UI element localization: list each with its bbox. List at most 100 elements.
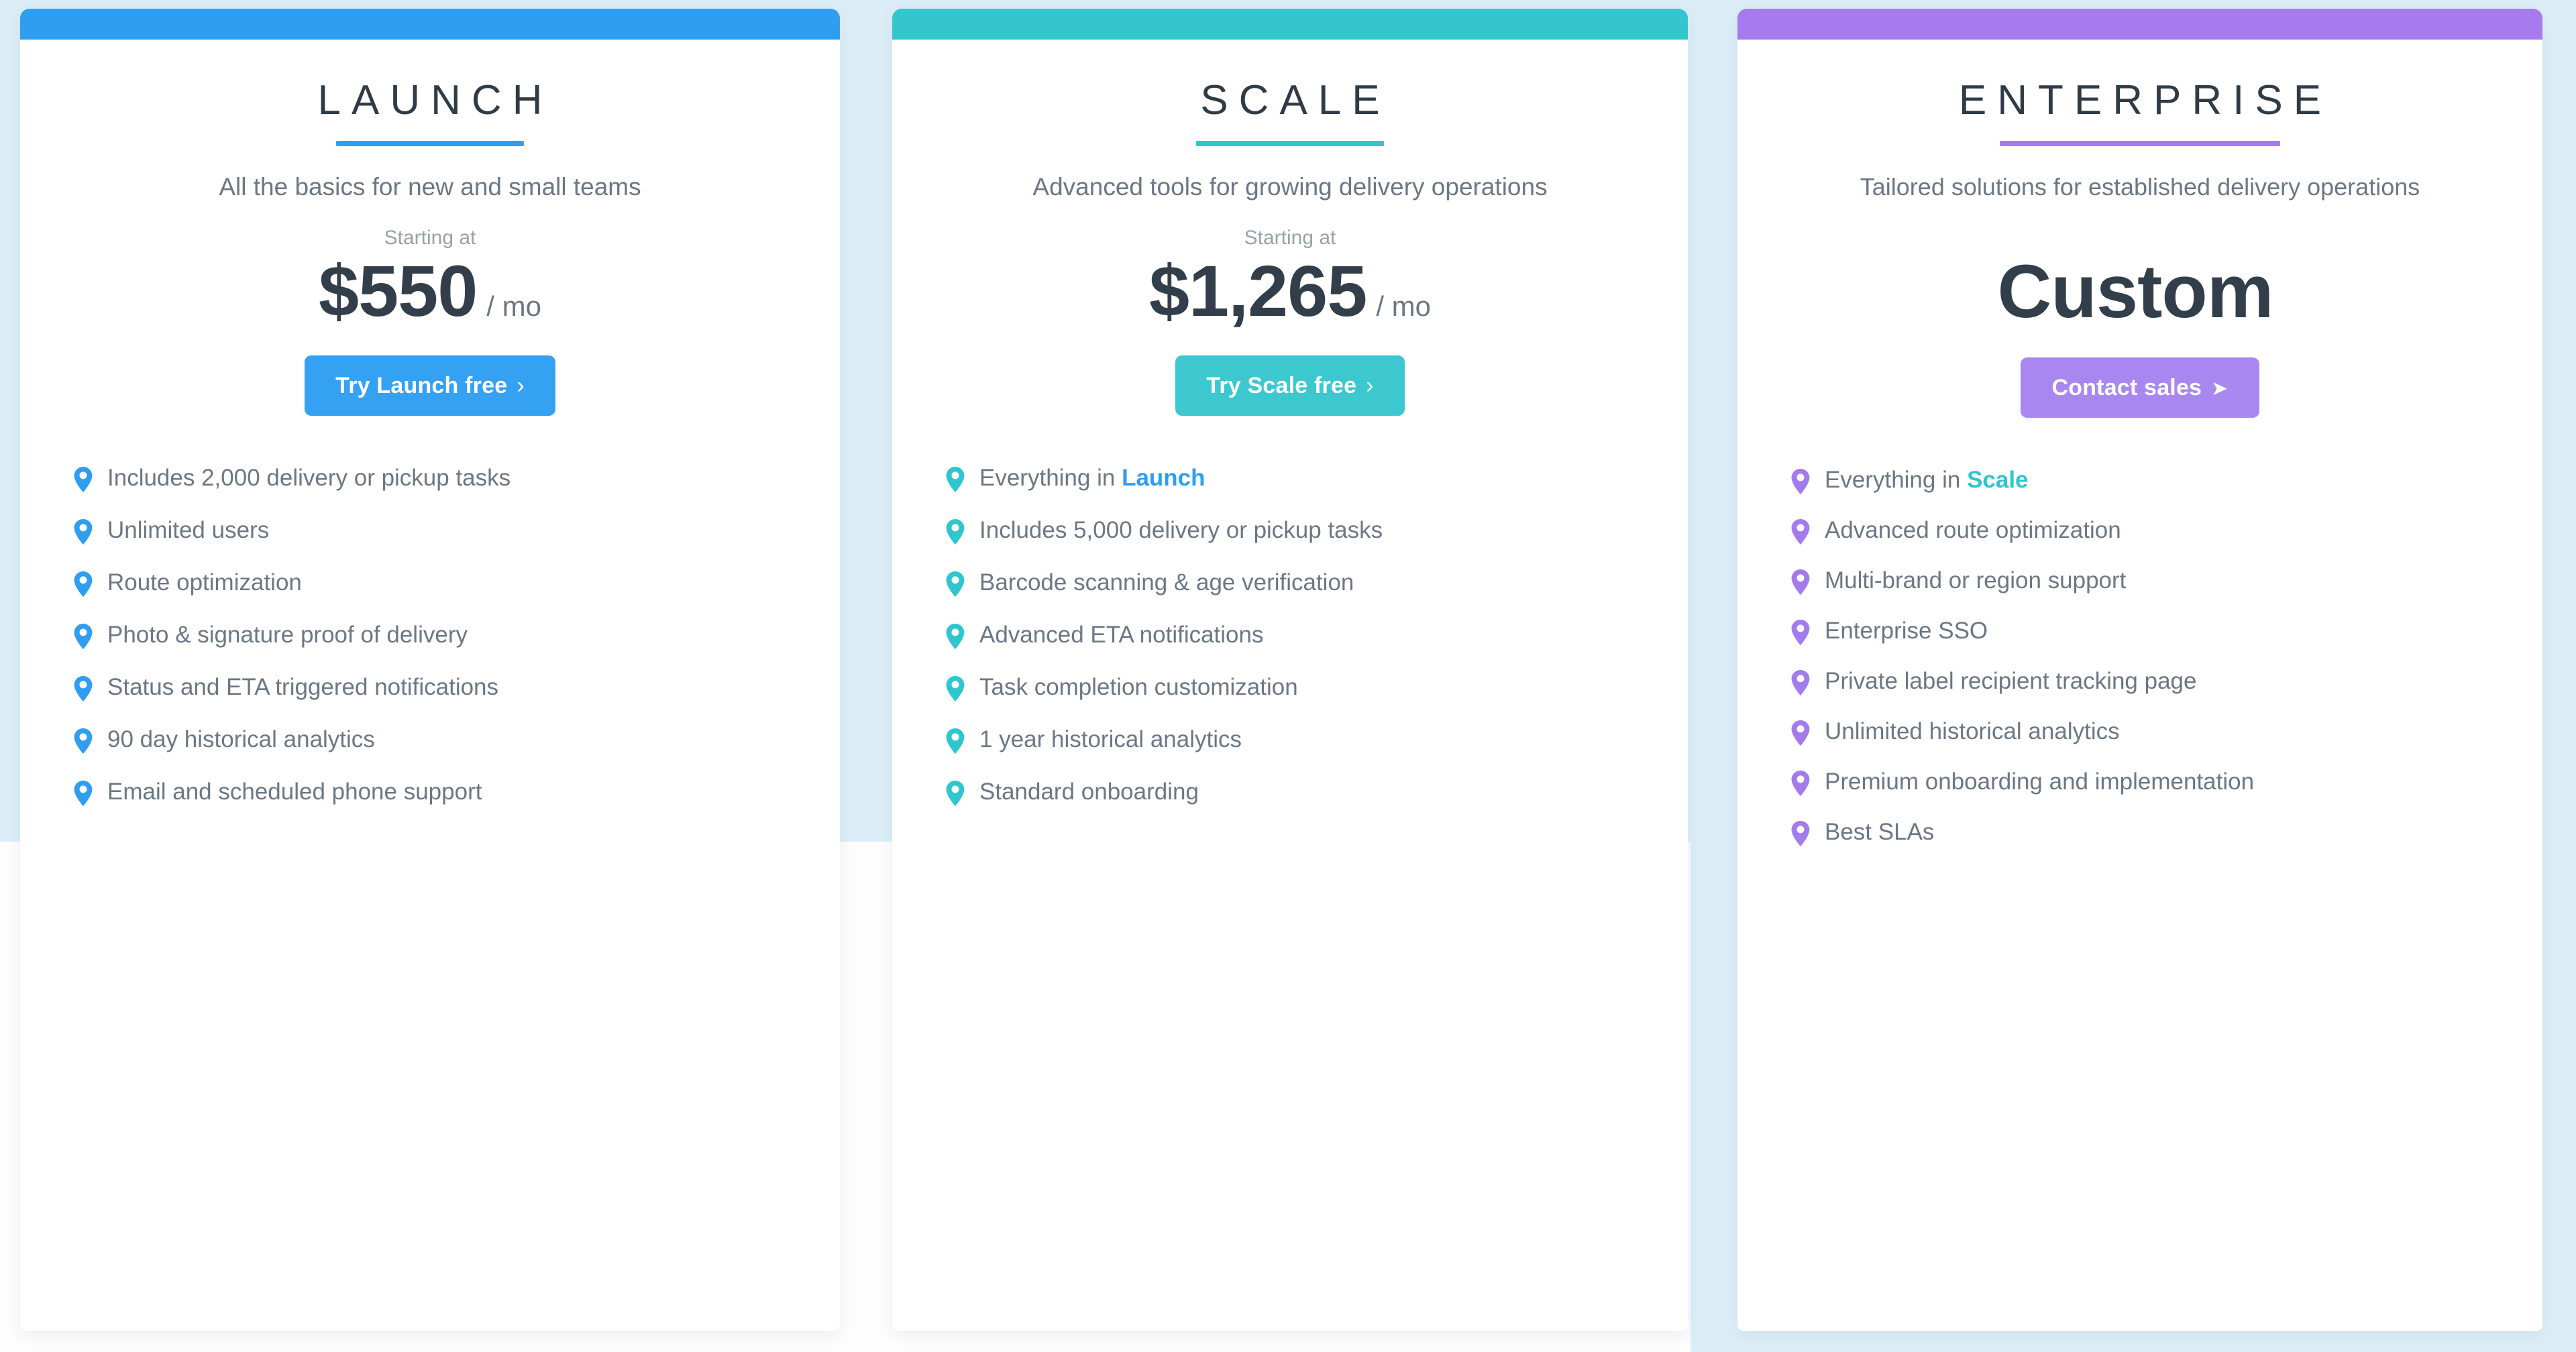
plan-tagline: Tailored solutions for established deliv… — [1860, 173, 2420, 201]
feature-label: Task completion customization — [979, 673, 1298, 701]
map-pin-icon — [1791, 771, 1810, 797]
feature-label-text: Email and scheduled phone support — [107, 779, 482, 805]
feature-label: Standard onboarding — [979, 778, 1199, 805]
plan-title-underline — [2000, 141, 2280, 147]
map-pin-icon — [946, 571, 965, 598]
map-pin-icon — [946, 728, 965, 754]
feature-label-text: Includes 2,000 delivery or pickup tasks — [107, 465, 511, 492]
price-row: Custom — [1768, 254, 2512, 329]
feature-label-text: Advanced route optimization — [1825, 517, 2121, 544]
map-pin-icon — [946, 676, 965, 702]
feature-item: Route optimization — [51, 569, 809, 598]
map-pin-icon — [946, 467, 965, 493]
feature-item: Includes 5,000 delivery or pickup tasks — [923, 516, 1657, 545]
feature-label: 1 year historical analytics — [979, 726, 1242, 753]
chevron-right-icon: › — [517, 373, 525, 399]
feature-label: Photo & signature proof of delivery — [107, 621, 468, 649]
feature-item: Status and ETA triggered notifications — [51, 673, 809, 702]
feature-item: 90 day historical analytics — [51, 726, 809, 754]
card-body: SCALE Advanced tools for growing delivery… — [892, 77, 1688, 807]
feature-label: Best SLAs — [1825, 818, 1934, 846]
map-pin-icon — [1791, 519, 1810, 545]
pricing-card-scale: SCALE Advanced tools for growing delivery… — [892, 9, 1688, 1331]
card-accent-bar — [892, 9, 1688, 40]
cta-label: Try Scale free — [1206, 373, 1357, 399]
price-prefix-label — [1768, 226, 2512, 250]
map-pin-icon — [74, 519, 93, 545]
feature-label: Enterprise SSO — [1825, 617, 1988, 644]
cta-label: Try Launch free — [335, 373, 508, 399]
feature-label-text: Includes 5,000 delivery or pickup tasks — [979, 517, 1383, 544]
feature-label: Private label recipient tracking page — [1825, 667, 2196, 695]
plan-title: LAUNCH — [317, 77, 553, 123]
feature-label: Premium onboarding and implementation — [1825, 768, 2254, 795]
map-pin-icon — [74, 781, 93, 807]
plan-title-underline — [1196, 141, 1384, 147]
feature-item: Premium onboarding and implementation — [1768, 768, 2512, 797]
chevron-right-icon: › — [1366, 373, 1374, 399]
feature-item: Task completion customization — [923, 673, 1657, 702]
feature-label-text: 1 year historical analytics — [979, 726, 1242, 753]
price-amount: Custom — [1997, 249, 2274, 334]
feature-item: Everything in Launch — [923, 464, 1657, 493]
map-pin-icon — [946, 624, 965, 650]
plan-tagline: All the basics for new and small teams — [219, 173, 641, 201]
plan-tagline: Advanced tools for growing delivery oper… — [1032, 173, 1548, 201]
card-accent-bar — [20, 9, 840, 40]
map-pin-icon — [946, 781, 965, 807]
feature-label: 90 day historical analytics — [107, 726, 375, 753]
feature-item: Unlimited users — [51, 516, 809, 545]
map-pin-icon — [74, 728, 93, 754]
feature-label-text: Private label recipient tracking page — [1825, 668, 2197, 695]
pricing-card-enterprise: ENTERPRISE Tailored solutions for establi… — [1737, 9, 2542, 1331]
feature-label-text: Task completion customization — [979, 674, 1298, 701]
plan-title: SCALE — [1200, 77, 1391, 123]
plan-title-underline — [336, 141, 524, 147]
feature-label: Includes 2,000 delivery or pickup tasks — [107, 464, 511, 492]
feature-plan-link[interactable]: Scale — [1967, 467, 2028, 493]
feature-item: 1 year historical analytics — [923, 726, 1657, 754]
card-accent-bar — [1737, 9, 2542, 40]
cta-container: Try Launch free › — [51, 355, 809, 416]
feature-item: Photo & signature proof of delivery — [51, 621, 809, 650]
map-pin-icon — [1791, 620, 1810, 646]
feature-label: Advanced route optimization — [1825, 516, 2121, 544]
price-row: $1,265/ mo — [923, 255, 1657, 327]
feature-label: Route optimization — [107, 569, 302, 596]
cta-button-launch[interactable]: Try Launch free › — [305, 355, 555, 416]
feature-label: Everything in Scale — [1825, 466, 2029, 494]
pricing-card-grid: LAUNCH All the basics for new and small t… — [0, 0, 2576, 1352]
feature-label-text: Everything in — [979, 465, 1122, 492]
map-pin-icon — [1791, 670, 1810, 696]
map-pin-icon — [74, 624, 93, 650]
feature-label-text: Status and ETA triggered notifications — [107, 674, 499, 701]
feature-label-text: Route optimization — [107, 569, 302, 596]
feature-item: Email and scheduled phone support — [51, 778, 809, 807]
price-period: / mo — [1376, 290, 1431, 323]
feature-label-text: Advanced ETA notifications — [979, 622, 1264, 649]
feature-label: Unlimited users — [107, 516, 269, 544]
feature-label: Barcode scanning & age verification — [979, 569, 1354, 596]
send-arrow-icon: ➤ — [2211, 378, 2229, 400]
feature-item: Unlimited historical analytics — [1768, 718, 2512, 746]
feature-label-text: Best SLAs — [1825, 819, 1935, 846]
feature-item: Includes 2,000 delivery or pickup tasks — [51, 464, 809, 493]
feature-label-text: Standard onboarding — [979, 779, 1199, 805]
plan-title: ENTERPRISE — [1958, 77, 2332, 123]
feature-item: Barcode scanning & age verification — [923, 569, 1657, 598]
feature-item: Standard onboarding — [923, 778, 1657, 807]
cta-button-scale[interactable]: Try Scale free › — [1175, 355, 1405, 416]
feature-label: Advanced ETA notifications — [979, 621, 1264, 649]
price-row: $550/ mo — [51, 255, 809, 327]
feature-label: Includes 5,000 delivery or pickup tasks — [979, 516, 1383, 544]
feature-item: Private label recipient tracking page — [1768, 667, 2512, 696]
feature-label: Status and ETA triggered notifications — [107, 673, 498, 701]
price-prefix-label: Starting at — [384, 227, 476, 249]
feature-label-text: Multi-brand or region support — [1825, 567, 2127, 594]
feature-label: Multi-brand or region support — [1825, 567, 2126, 594]
cta-button-enterprise[interactable]: Contact sales ➤ — [2021, 357, 2259, 418]
feature-label: Email and scheduled phone support — [107, 778, 482, 805]
price-period: / mo — [486, 290, 541, 323]
feature-list: Everything in Scale Advanced route optimi… — [1768, 466, 2512, 847]
feature-plan-link[interactable]: Launch — [1122, 465, 1205, 491]
